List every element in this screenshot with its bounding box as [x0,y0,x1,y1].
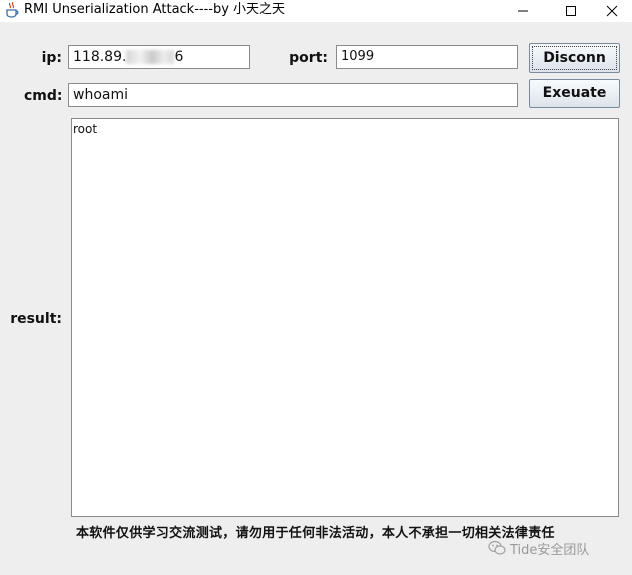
port-input[interactable]: 1099 [336,45,518,69]
minimize-button[interactable] [500,0,546,22]
watermark-text: Tide安全团队 [510,542,590,558]
port-label: port: [289,50,328,66]
ip-value-suffix: 6 [174,49,184,65]
window-title: RMI Unserialization Attack----by 小天之天 [24,2,286,17]
java-cup-icon [5,1,19,18]
minimize-icon [518,10,528,12]
title-bar: RMI Unserialization Attack----by 小天之天 [0,0,632,22]
maximize-button[interactable] [548,0,594,22]
result-label: result: [10,311,62,327]
disconnect-button[interactable]: Disconn [529,43,620,73]
close-icon [606,5,618,17]
cmd-input[interactable]: whoami [68,83,518,107]
result-text: root [73,122,98,136]
wechat-icon [488,540,506,555]
cmd-label: cmd: [24,88,63,104]
maximize-icon [566,6,576,16]
disclaimer-text: 本软件仅供学习交流测试，请勿用于任何非法活动，本人不承担一切相关法律责任 [76,526,555,541]
redacted-ip-segment [126,50,175,64]
close-button[interactable] [592,0,632,22]
ip-value-prefix: 118.89. [73,49,127,65]
watermark: Tide安全团队 [488,538,589,558]
ip-input[interactable]: 118.89. 6 [68,45,250,69]
result-textarea[interactable]: root [71,118,619,517]
execute-button[interactable]: Exeuate [529,79,620,108]
ip-label: ip: [41,50,62,66]
